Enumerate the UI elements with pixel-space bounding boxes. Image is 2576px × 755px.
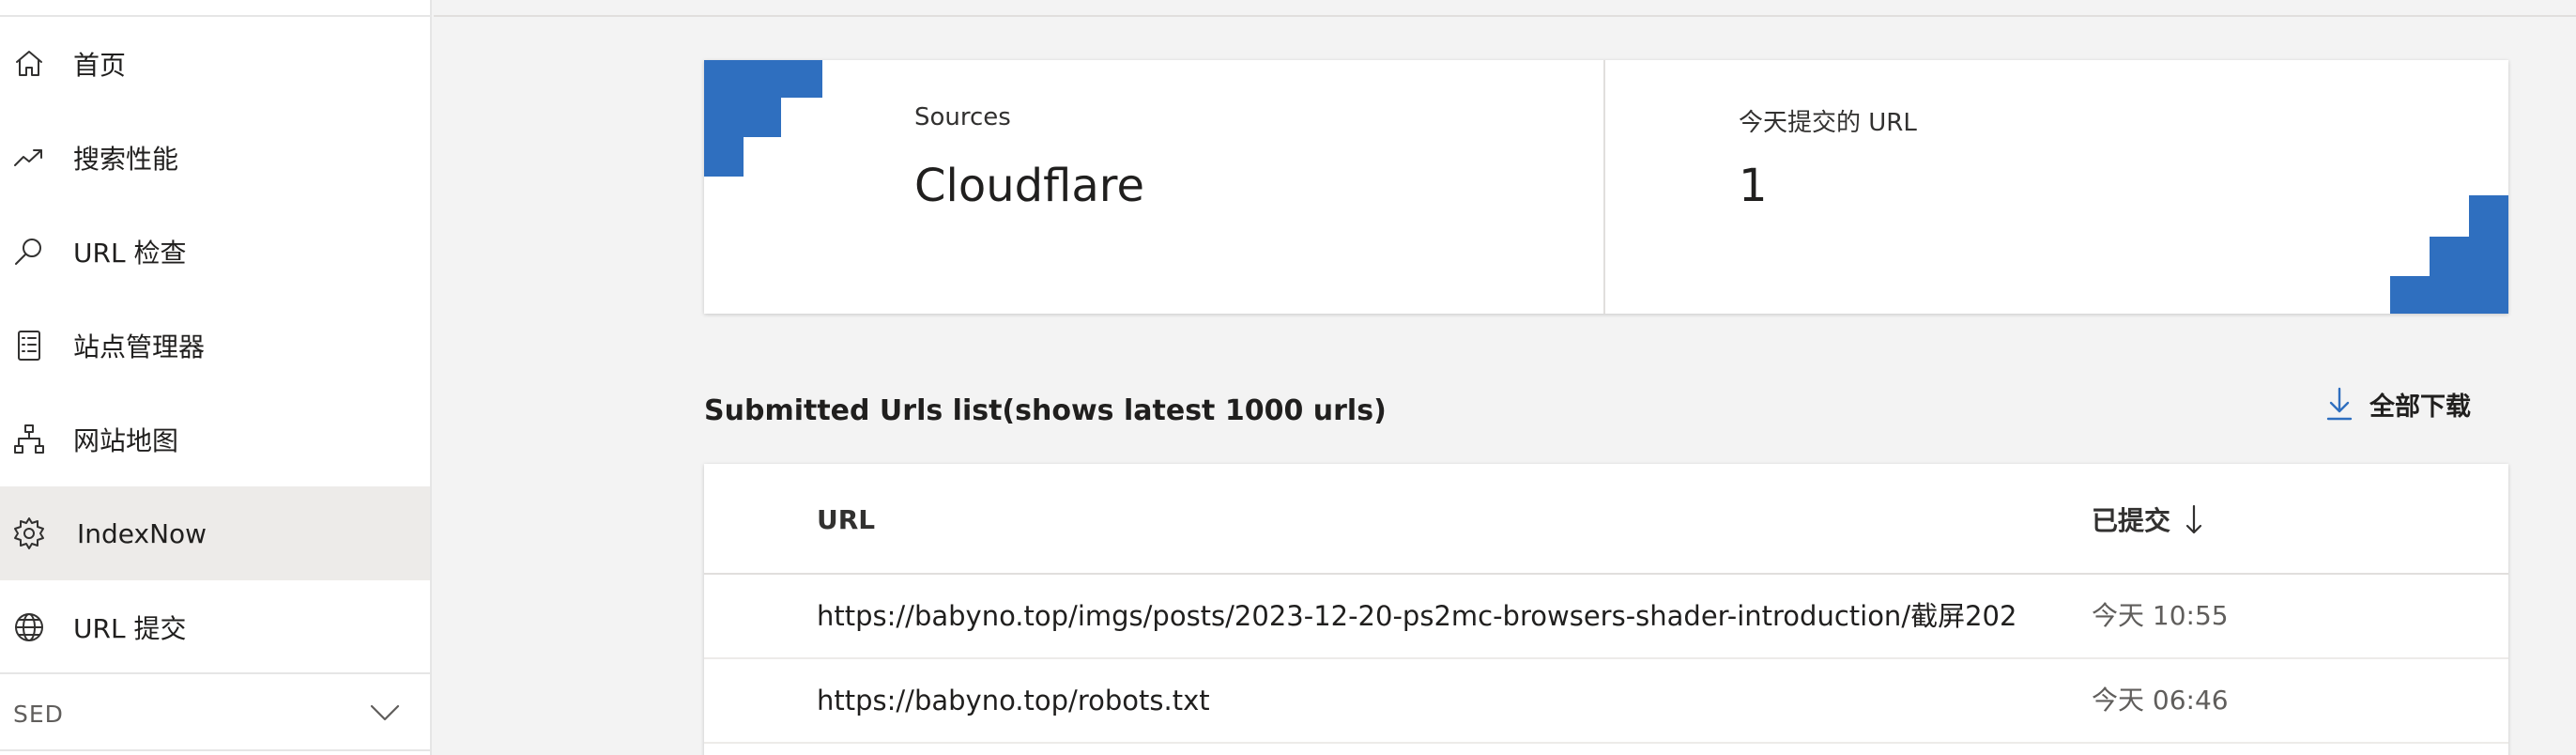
- submitted-urls-table: URL 已提交 https://babyno.top/imgs/posts/20…: [704, 464, 2508, 755]
- globe-icon: [11, 609, 47, 645]
- decorative-steps: [2390, 195, 2508, 314]
- table-row[interactable]: https://babyno.top/imgs/posts/2023-12-20…: [704, 575, 2508, 659]
- trend-icon: [11, 140, 47, 176]
- stats-panel: Sources Cloudflare 今天提交的 URL 1: [704, 60, 2508, 314]
- chevron-down-icon: [366, 701, 404, 725]
- section-label: SED: [13, 700, 64, 728]
- sidebar-item-label: 站点管理器: [73, 331, 206, 362]
- sidebar-item-label: URL 提交: [73, 613, 187, 644]
- checklist-icon: [11, 328, 47, 363]
- sources-value: Cloudflare: [914, 160, 1144, 212]
- sidebar-item-url-inspection[interactable]: URL 检查: [0, 205, 430, 299]
- sidebar-item-home[interactable]: 首页: [0, 17, 430, 111]
- sidebar-divider: [0, 672, 430, 674]
- submitted-today-value: 1: [1739, 160, 1768, 212]
- sidebar-item-label: 搜索性能: [73, 144, 179, 175]
- sort-descending-icon: [2184, 502, 2204, 536]
- submitted-today-label: 今天提交的 URL: [1739, 109, 1917, 137]
- sidebar-section-sed[interactable]: SED: [0, 676, 430, 751]
- sidebar-divider: [0, 749, 430, 751]
- sitemap-icon: [11, 422, 47, 457]
- sidebar-item-sitemap[interactable]: 网站地图: [0, 393, 430, 486]
- download-all-button[interactable]: 全部下载: [2323, 383, 2471, 424]
- url-cell: https://babyno.top/robots.txt: [817, 685, 1210, 716]
- column-header-label: URL: [817, 503, 876, 535]
- sidebar-item-label: IndexNow: [77, 517, 207, 549]
- gear-icon: [11, 516, 47, 551]
- sidebar-item-url-submission[interactable]: URL 提交: [0, 580, 430, 674]
- download-all-label: 全部下载: [2369, 392, 2471, 422]
- column-header-label: 已提交: [2092, 505, 2171, 536]
- home-icon: [11, 46, 47, 82]
- table-row[interactable]: https://babyno.top/robots.txt 今天 06:46: [704, 659, 2508, 744]
- decorative-steps: [704, 137, 744, 177]
- column-header-url: URL: [817, 464, 875, 575]
- search-icon: [11, 234, 47, 270]
- sidebar-item-search-performance[interactable]: 搜索性能: [0, 111, 430, 205]
- submitted-cell: 今天 10:55: [2092, 600, 2229, 631]
- sidebar-item-site-manager[interactable]: 站点管理器: [0, 299, 430, 393]
- sidebar-item-label: 网站地图: [73, 425, 179, 456]
- header-divider: [434, 15, 2576, 17]
- download-icon: [2323, 385, 2356, 423]
- sidebar-item-indexnow[interactable]: IndexNow: [0, 486, 430, 580]
- card-divider: [1603, 60, 1605, 314]
- sources-label: Sources: [914, 103, 1011, 131]
- sidebar: 首页 搜索性能 URL 检查 站点管理器 网站地图 IndexNow URL 提…: [0, 0, 432, 755]
- sidebar-item-label: 首页: [73, 50, 127, 81]
- submitted-cell: 今天 06:46: [2092, 685, 2229, 716]
- submitted-urls-title: Submitted Urls list(shows latest 1000 ur…: [704, 394, 1387, 427]
- column-header-submitted[interactable]: 已提交: [2092, 464, 2204, 575]
- decorative-steps: [704, 98, 781, 137]
- decorative-steps: [704, 60, 822, 98]
- url-cell: https://babyno.top/imgs/posts/2023-12-20…: [817, 600, 2017, 632]
- sidebar-item-label: URL 检查: [73, 238, 187, 269]
